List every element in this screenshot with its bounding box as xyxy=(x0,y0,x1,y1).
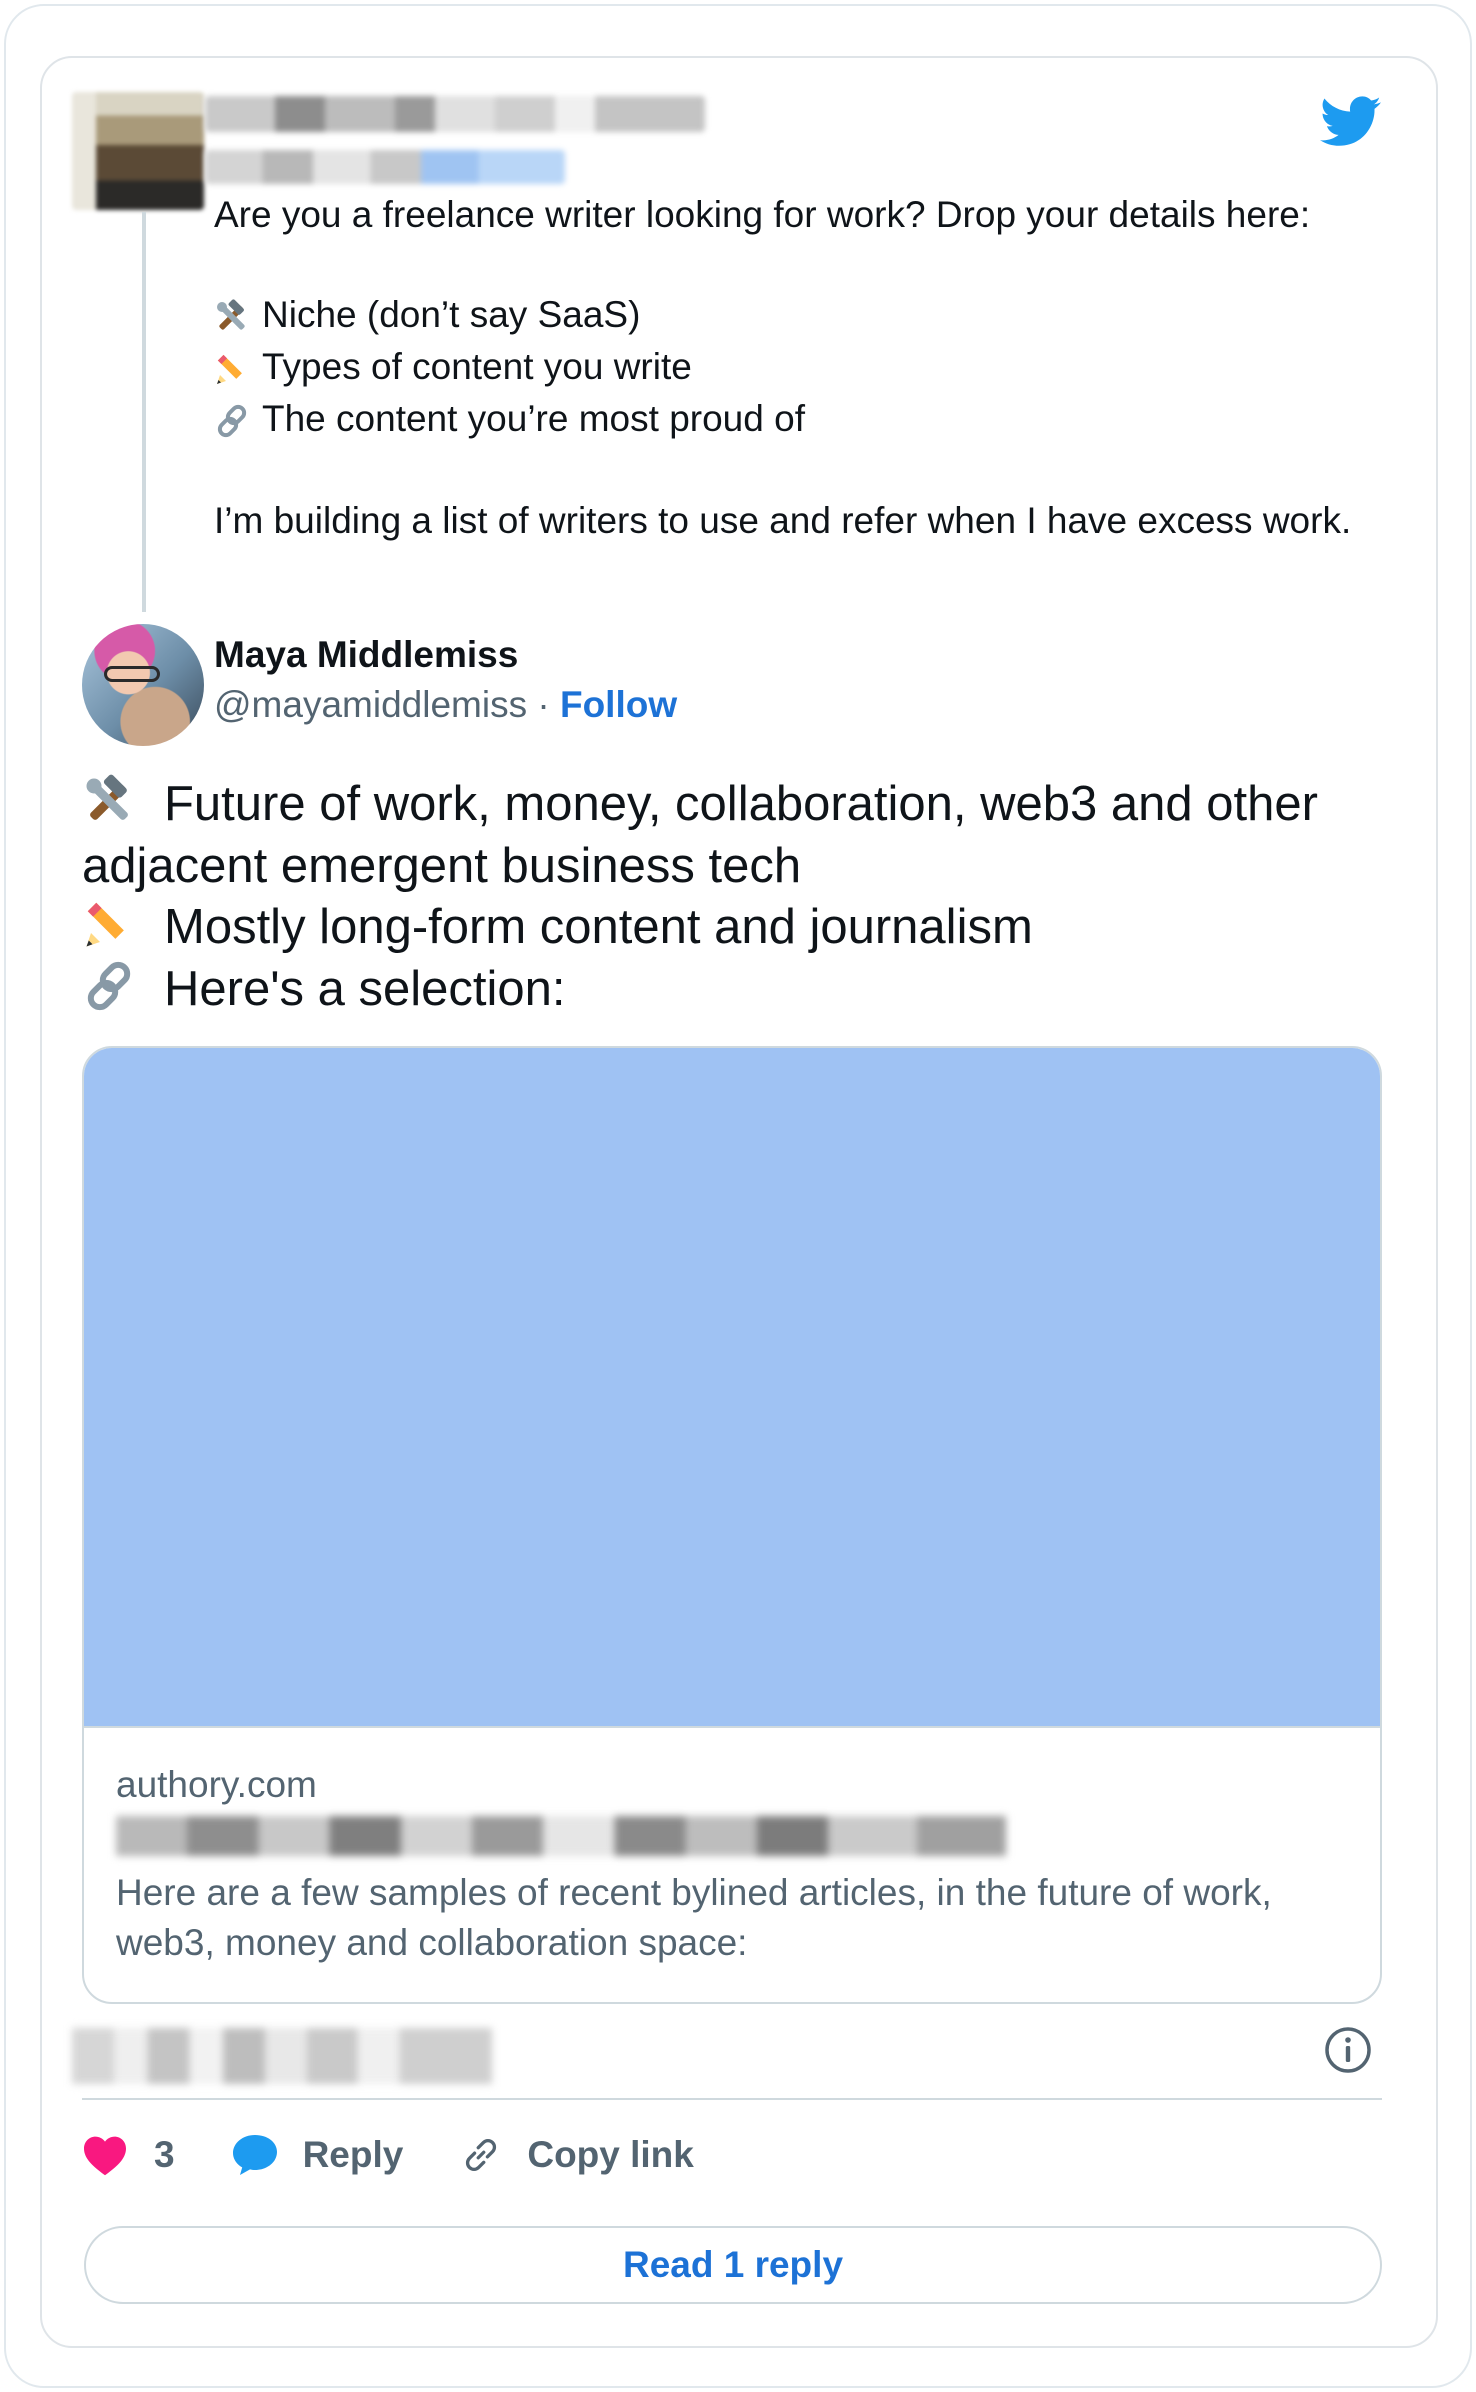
tweet-line-text: Future of work, money, collaboration, we… xyxy=(82,777,1318,893)
tweet-actions: 3 Reply Copy link xyxy=(82,2120,694,2190)
follow-link[interactable]: Follow xyxy=(560,684,677,725)
parent-tweet-item: The content you’re most proud of xyxy=(214,394,1384,446)
parent-tweet-item: Niche (don’t say SaaS) xyxy=(214,290,1384,342)
tweet-line: Future of work, money, collaboration, we… xyxy=(82,774,1382,897)
author-handle[interactable]: @mayamiddlemiss xyxy=(214,684,527,725)
parent-tweet-closing: I’m building a list of writers to use an… xyxy=(214,500,1352,541)
link-preview-card[interactable]: authory.com Here are a few samples of re… xyxy=(82,1046,1382,2004)
tweet-line: Mostly long-form content and journalism xyxy=(82,897,1382,959)
link-icon xyxy=(214,396,262,446)
link-preview-image[interactable] xyxy=(84,1048,1380,1728)
reply-bubble-icon xyxy=(232,2135,277,2175)
parent-item-text: Types of content you write xyxy=(262,346,692,387)
timestamp-redacted[interactable] xyxy=(72,2028,492,2084)
heart-icon xyxy=(84,2136,126,2176)
author-handle-row: @mayamiddlemiss · Follow xyxy=(214,684,677,726)
pencil-icon xyxy=(214,344,262,394)
parent-tweet-text: Are you a freelance writer looking for w… xyxy=(214,190,1384,546)
parent-tweet-line1: Are you a freelance writer looking for w… xyxy=(214,194,1311,235)
tweet-line-text: Mostly long-form content and journalism xyxy=(164,900,1033,954)
link-icon xyxy=(466,2139,497,2171)
parent-item-text: The content you’re most proud of xyxy=(262,398,805,439)
actions-divider xyxy=(82,2098,1382,2100)
reply-button[interactable]: Reply xyxy=(231,2133,404,2177)
parent-tweet-item: Types of content you write xyxy=(214,342,1384,394)
like-count: 3 xyxy=(154,2134,175,2175)
link-icon xyxy=(82,959,164,1021)
link-title-redacted xyxy=(116,1816,1006,1856)
like-button[interactable]: 3 xyxy=(82,2134,175,2176)
separator-dot: · xyxy=(537,684,550,725)
copy-link-button[interactable]: Copy link xyxy=(459,2133,694,2177)
parent-author-name-redacted xyxy=(205,96,705,132)
parent-item-text: Niche (don’t say SaaS) xyxy=(262,294,641,335)
link-domain: authory.com xyxy=(116,1764,317,1805)
link-description: Here are a few samples of recent bylined… xyxy=(116,1872,1272,1963)
info-icon[interactable] xyxy=(1322,2024,1374,2076)
hammer-and-wrench-icon xyxy=(214,292,262,342)
read-reply-button[interactable]: Read 1 reply xyxy=(84,2226,1382,2304)
hammer-and-wrench-icon xyxy=(82,774,164,836)
tweet-text: Future of work, money, collaboration, we… xyxy=(82,774,1382,1021)
author-avatar[interactable] xyxy=(82,624,204,746)
twitter-bird-icon[interactable] xyxy=(1320,96,1382,148)
author-name[interactable]: Maya Middlemiss xyxy=(214,634,518,676)
parent-author-handle-redacted xyxy=(205,150,565,184)
tweet-line: Here's a selection: xyxy=(82,959,1382,1021)
copy-link-label: Copy link xyxy=(527,2134,694,2175)
parent-avatar[interactable] xyxy=(72,92,204,210)
tweet-line-text: Here's a selection: xyxy=(164,962,566,1016)
thread-connector-line xyxy=(142,212,146,612)
pencil-icon xyxy=(82,897,164,959)
reply-label: Reply xyxy=(302,2134,404,2175)
